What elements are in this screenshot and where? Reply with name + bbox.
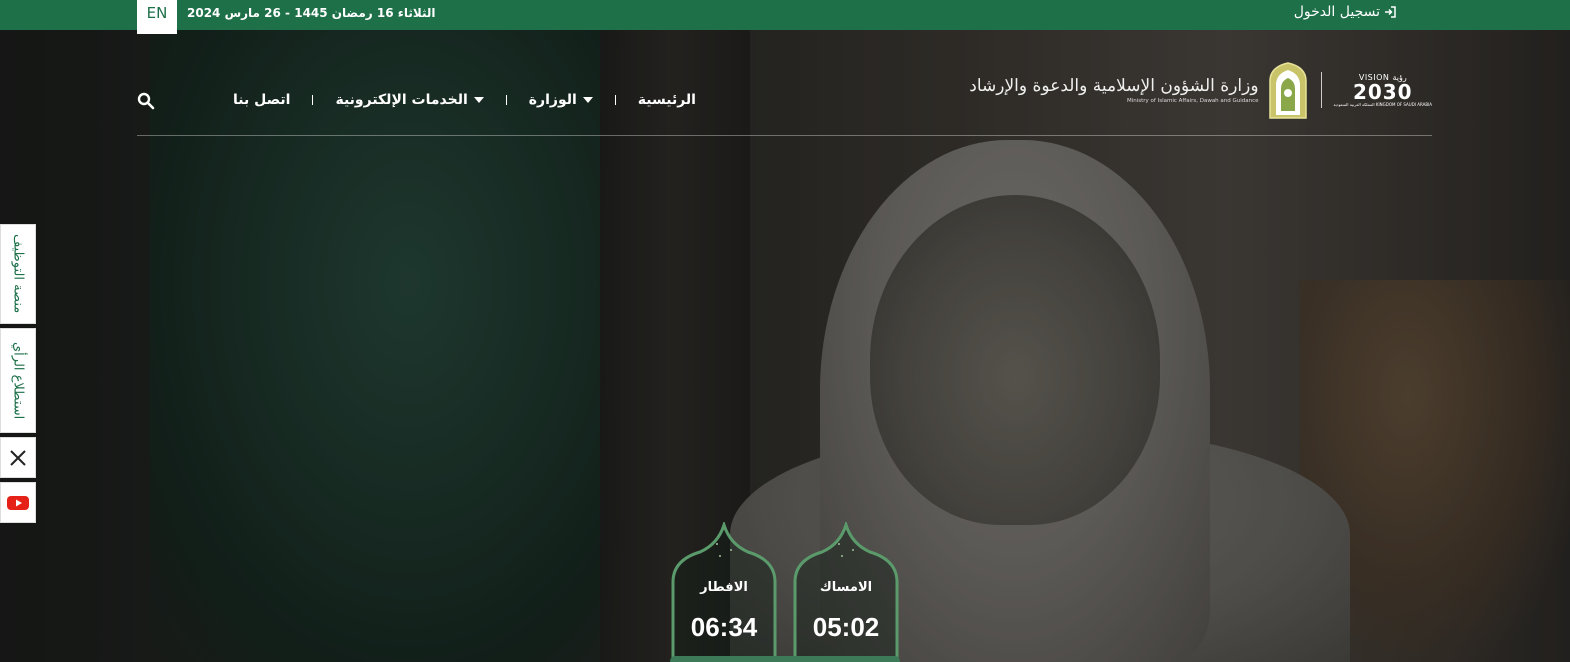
prayer-card-iftar: الافطار 06:34 [670,522,778,662]
prayer-card-imsak: الامساك 05:02 [792,522,900,662]
nav-item-home[interactable]: الرئيسية [628,92,706,108]
current-date: الثلاثاء 16 رمضان 1445 - 26 مارس 2024 [187,6,436,20]
ministry-name-ar: وزارة الشؤون الإسلامية والدعوة والإرشاد [969,76,1259,96]
ministry-logo: وزارة الشؤون الإسلامية والدعوة والإرشاد … [969,61,1308,119]
site-logo[interactable]: وزارة الشؤون الإسلامية والدعوة والإرشاد … [969,60,1432,120]
chevron-down-icon [582,97,593,103]
prayer-time: 06:34 [690,612,758,642]
search-icon[interactable] [137,92,155,110]
prayer-name: الافطار [700,580,748,595]
youtube-icon [7,495,29,510]
language-toggle[interactable]: EN [137,0,177,34]
ministry-name-en: Ministry of Islamic Affairs, Dawah and G… [1126,98,1259,104]
survey-tab[interactable]: استطلاع الرأي [0,328,36,433]
side-tabs: منصة التوظيف استطلاع الرأي [0,224,36,527]
prayer-bar[interactable] [670,656,900,662]
x-icon [10,449,26,466]
nav-menu: الرئيسية الوزارة الخدمات الإلكترونية اتص… [223,92,706,108]
youtube-link[interactable] [0,482,36,523]
prayer-time: 05:02 [812,612,880,642]
vision-2030-logo: VISION رؤية 2030 المملكة العربية السعودي… [1333,72,1432,107]
nav-item-contact[interactable]: اتصل بنا [223,92,300,108]
mosque-emblem-icon [1268,62,1307,119]
login-link[interactable]: تسجيل الدخول [1294,4,1396,20]
prayer-name: الامساك [819,580,873,595]
jobs-platform-tab[interactable]: منصة التوظيف [0,224,36,324]
sign-in-icon [1385,6,1396,18]
nav-item-eservices[interactable]: الخدمات الإلكترونية [325,92,493,108]
login-label: تسجيل الدخول [1293,4,1380,20]
nav-item-ministry[interactable]: الوزارة [519,92,603,108]
x-link[interactable] [0,437,36,478]
chevron-down-icon [473,97,484,103]
top-bar: EN الثلاثاء 16 رمضان 1445 - 26 مارس 2024… [0,0,1570,34]
